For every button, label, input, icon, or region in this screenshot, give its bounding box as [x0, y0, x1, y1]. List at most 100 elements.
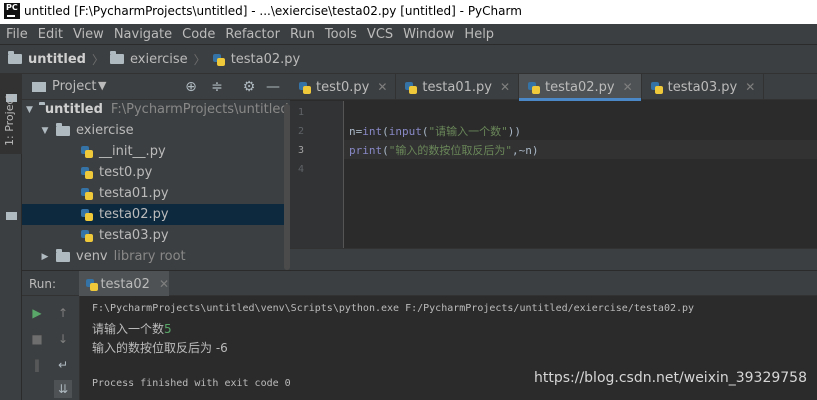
tree-file-node[interactable]: __init__.py [22, 141, 284, 162]
console-command: F:\PycharmProjects\untitled\venv\Scripts… [92, 303, 695, 314]
menu-file[interactable]: File [6, 27, 28, 42]
menu-view[interactable]: View [73, 27, 104, 42]
python-file-icon [80, 208, 93, 221]
tab-label: testa03.py [667, 79, 738, 95]
title-bar: PC untitled [F:\PycharmProjects\untitled… [0, 0, 817, 24]
menu-code[interactable]: Code [182, 27, 215, 42]
chevron-down-icon[interactable]: ▼ [98, 79, 106, 92]
scroll-to-end-icon[interactable]: ⇊ [54, 380, 72, 398]
menu-refactor[interactable]: Refactor [225, 27, 280, 42]
menu-tools[interactable]: Tools [325, 27, 357, 42]
project-panel-header: Project ▼ ⊕ ≑ ⚙ — [22, 74, 290, 100]
expand-arrow-icon[interactable]: ▶ [40, 252, 50, 262]
tree-file-node[interactable]: testa01.py [22, 183, 284, 204]
tree-root-path: F:\PycharmProjects\untitled [110, 102, 289, 117]
menu-help[interactable]: Help [464, 27, 494, 42]
project-tool-label: 1: Project [3, 94, 16, 146]
tree-file-node-selected[interactable]: testa02.py [22, 204, 284, 225]
menu-navigate[interactable]: Navigate [114, 27, 172, 42]
line-number: 2 [297, 126, 304, 137]
code-token: "请输入一个数" [428, 125, 508, 138]
gear-icon[interactable]: ⚙ [240, 78, 258, 96]
menu-window[interactable]: Window [403, 27, 454, 42]
console-prompt-line: 请输入一个数5 [92, 320, 172, 337]
breadcrumb-file[interactable]: testa02.py [231, 52, 301, 67]
console-prompt: 请输入一个数 [92, 322, 165, 336]
close-icon[interactable]: ✕ [500, 80, 510, 94]
project-tool-tab[interactable]: 1: Project [0, 74, 22, 154]
python-file-icon [212, 53, 225, 66]
tree-folder-name: exiercise [76, 123, 134, 138]
python-file-icon [650, 81, 663, 94]
folder-icon [56, 248, 70, 262]
code-token: )) [507, 125, 521, 138]
breadcrumb-separator-icon: 〉 [91, 52, 104, 67]
code-token: print [349, 144, 383, 157]
python-file-icon [80, 229, 93, 242]
menu-run[interactable]: Run [290, 27, 315, 42]
line-number: 1 [297, 107, 304, 118]
run-tab[interactable]: testa02 ✕ [79, 271, 169, 297]
code-token: n [349, 125, 356, 138]
breadcrumb-folder[interactable]: exiercise [130, 52, 188, 67]
expand-arrow-icon[interactable]: ▼ [40, 126, 50, 136]
locate-file-icon[interactable]: ⊕ [182, 78, 200, 96]
tree-venv-node[interactable]: ▶ venv library root [22, 246, 284, 267]
code-editor[interactable]: n=int(input("请输入一个数")) print("输入的数按位取反后为… [344, 101, 817, 248]
tab-test0[interactable]: test0.py ✕ [290, 74, 397, 100]
tree-file-node[interactable]: test0.py [22, 162, 284, 183]
hide-panel-icon[interactable]: — [264, 78, 282, 96]
up-arrow-icon[interactable]: ↑ [54, 304, 72, 322]
pause-icon[interactable]: ‖ [28, 356, 46, 374]
run-label: Run: [29, 277, 57, 291]
tab-label: test0.py [316, 79, 370, 95]
code-line-3: print("输入的数按位取反后为",~n) [349, 142, 539, 158]
close-icon[interactable]: ✕ [623, 80, 633, 94]
tab-testa03[interactable]: testa03.py ✕ [642, 74, 765, 100]
tree-root-name: untitled [44, 102, 103, 117]
editor-tabs: test0.py ✕ testa01.py ✕ testa02.py ✕ tes… [290, 74, 817, 101]
code-line-2: n=int(input("请输入一个数")) [349, 123, 521, 139]
code-token: ,~n) [512, 144, 539, 157]
soft-wrap-icon[interactable]: ↵ [54, 356, 72, 374]
python-file-icon [80, 166, 93, 179]
python-file-icon [80, 187, 93, 200]
tree-file-name: testa01.py [99, 186, 169, 201]
down-arrow-icon[interactable]: ↓ [54, 330, 72, 348]
collapse-all-icon[interactable]: ≑ [208, 78, 226, 96]
project-panel-title[interactable]: Project [52, 79, 96, 94]
code-token: ( [382, 125, 389, 138]
breadcrumb: untitled 〉 exiercise 〉 testa02.py [0, 44, 817, 74]
tree-file-node[interactable]: testa03.py [22, 225, 284, 246]
run-panel-header: Run: testa02 ✕ [22, 270, 817, 297]
breadcrumb-project[interactable]: untitled [28, 52, 86, 67]
line-number: 4 [297, 164, 304, 175]
window-title: untitled [F:\PycharmProjects\untitled] -… [24, 4, 522, 18]
stop-icon[interactable]: ■ [28, 330, 46, 348]
code-token: ( [382, 144, 389, 157]
console-exit: Process finished with exit code 0 [92, 378, 291, 389]
tree-folder-node[interactable]: ▼ exiercise [22, 120, 284, 141]
run-toolbar: ▶ ↑ ■ ↓ ‖ ↵ ⇊ [22, 296, 80, 400]
watermark: https://blog.csdn.net/weixin_39329758 [533, 370, 807, 386]
expand-arrow-icon[interactable]: ▼ [26, 105, 33, 115]
tree-file-name: testa02.py [99, 207, 169, 222]
close-icon[interactable]: ✕ [377, 80, 387, 94]
menu-vcs[interactable]: VCS [367, 27, 393, 42]
project-view-icon [32, 82, 46, 92]
close-icon[interactable]: ✕ [745, 80, 755, 94]
editor-panel-splitter[interactable] [290, 248, 817, 270]
rerun-icon[interactable]: ▶ [28, 304, 46, 322]
folder-icon [110, 51, 124, 64]
close-icon[interactable]: ✕ [159, 277, 169, 291]
tab-testa01[interactable]: testa01.py ✕ [396, 74, 520, 100]
structure-tool-icon[interactable] [6, 212, 17, 220]
menu-edit[interactable]: Edit [38, 27, 63, 42]
code-token: ( [421, 125, 429, 138]
tree-root-node[interactable]: ▼ untitled F:\PycharmProjects\untitled [22, 99, 289, 120]
python-file-icon [85, 278, 99, 291]
console-result: 输入的数按位取反后为 -6 [92, 341, 228, 355]
console-input-value: 5 [164, 322, 172, 336]
tab-testa02[interactable]: testa02.py ✕ [519, 74, 642, 101]
left-tool-stripe: 1: Project [0, 74, 22, 400]
